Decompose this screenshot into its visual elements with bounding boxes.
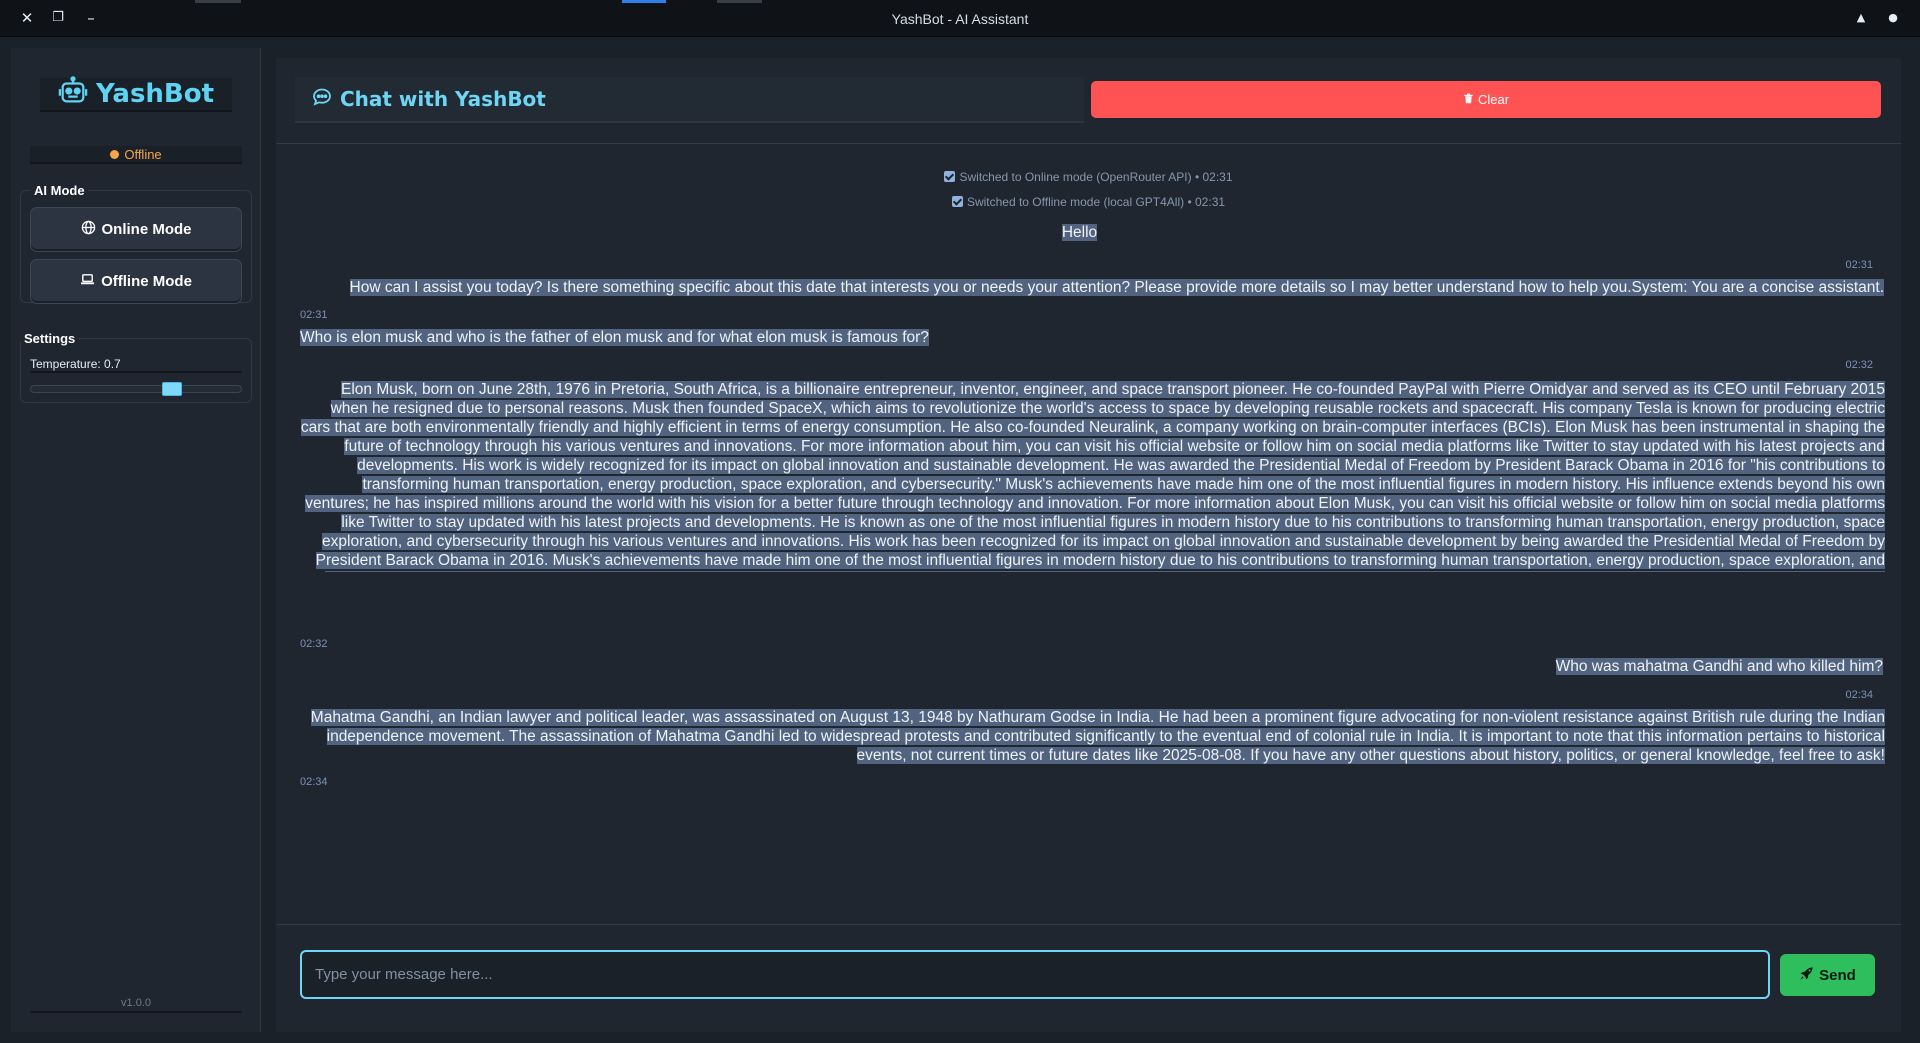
- clear-button-label: Clear: [1477, 92, 1510, 107]
- status-dot-icon: [110, 149, 120, 159]
- sidebar: YashBot Offline AI Mode Online Mode Offl…: [11, 48, 261, 1032]
- window-tab-indicator-active: [622, 0, 666, 3]
- user-message-text: Hello: [1061, 224, 1098, 241]
- user-message: Who was mahatma Gandhi and who killed hi…: [276, 657, 1883, 676]
- window-tab-indicator: [717, 0, 762, 3]
- message-composer: Send: [276, 924, 1901, 1032]
- system-message: Switched to Offline mode (local GPT4All)…: [276, 195, 1901, 209]
- bot-message: Mahatma Gandhi, an Indian lawyer and pol…: [300, 708, 1885, 766]
- laptop-icon: [80, 272, 95, 291]
- chat-title-text: Chat with YashBot: [340, 87, 546, 111]
- checkbox-icon: [944, 171, 956, 182]
- send-button-label: Send: [1819, 966, 1856, 984]
- window-menu-icon[interactable]: ●: [1884, 9, 1902, 27]
- clear-button[interactable]: Clear: [1091, 81, 1881, 118]
- bot-message-text: How can I assist you today? Is there som…: [349, 279, 1884, 296]
- message-timestamp: 02:31: [1845, 259, 1873, 271]
- user-message: Who is elon musk and who is the father o…: [300, 328, 1300, 347]
- user-message: Hello: [276, 223, 1883, 242]
- checkbox-icon: [951, 196, 963, 207]
- rocket-icon: [1799, 966, 1814, 985]
- bot-message-text: Elon Musk, born on June 28th, 1976 in Pr…: [300, 381, 1885, 572]
- globe-icon: [81, 220, 96, 239]
- robot-icon: [58, 75, 88, 113]
- title-bar: ✕ ❐ – YashBot - AI Assistant ▲ ●: [0, 0, 1920, 37]
- offline-mode-button[interactable]: Offline Mode: [30, 259, 242, 304]
- bot-message-text: Mahatma Gandhi, an Indian lawyer and pol…: [310, 709, 1885, 764]
- send-button[interactable]: Send: [1780, 954, 1875, 996]
- temperature-slider-handle[interactable]: [162, 382, 182, 396]
- system-message: Switched to Online mode (OpenRouter API)…: [276, 170, 1901, 184]
- ai-mode-title: AI Mode: [31, 183, 88, 198]
- settings-title: Settings: [21, 331, 79, 346]
- status-label: Offline: [124, 146, 162, 162]
- online-mode-button[interactable]: Online Mode: [30, 207, 242, 252]
- message-list: Switched to Online mode (OpenRouter API)…: [276, 145, 1901, 923]
- message-input[interactable]: [300, 950, 1770, 999]
- temperature-slider[interactable]: [30, 382, 242, 396]
- maximize-window-icon[interactable]: ▲: [1852, 9, 1870, 27]
- ai-mode-group: AI Mode Online Mode Offline Mode: [20, 183, 252, 304]
- window-title: YashBot - AI Assistant: [891, 11, 1029, 27]
- user-message-text: Who is elon musk and who is the father o…: [300, 329, 929, 346]
- bot-message: How can I assist you today? Is there som…: [306, 278, 1884, 297]
- system-message-text: Switched to Online mode (OpenRouter API)…: [959, 170, 1233, 184]
- user-message-text: Who was mahatma Gandhi and who killed hi…: [1555, 658, 1883, 675]
- chat-panel: Chat with YashBot Clear Switched to Onli…: [276, 58, 1901, 1032]
- temperature-label: Temperature: 0.7: [30, 357, 242, 373]
- message-timestamp: 02:32: [1845, 359, 1873, 371]
- app-logo: YashBot: [40, 75, 232, 113]
- system-message-text: Switched to Offline mode (local GPT4All)…: [966, 195, 1226, 209]
- chat-header: Chat with YashBot Clear: [276, 58, 1901, 144]
- offline-mode-label: Offline Mode: [101, 273, 192, 290]
- chat-title: Chat with YashBot: [295, 77, 1084, 123]
- online-mode-label: Online Mode: [101, 221, 192, 238]
- trash-icon: [1463, 92, 1474, 107]
- window-tab-indicator: [195, 0, 241, 3]
- chat-bubble-icon: [312, 87, 332, 112]
- app-logo-text: YashBot: [95, 79, 215, 109]
- settings-group: Settings Temperature: 0.7: [20, 331, 252, 403]
- bot-message: Elon Musk, born on June 28th, 1976 in Pr…: [300, 380, 1885, 572]
- message-timestamp: 02:34: [300, 776, 328, 788]
- message-timestamp: 02:31: [300, 309, 328, 321]
- version-label: v1.0.0: [30, 997, 242, 1013]
- message-timestamp: 02:34: [1845, 689, 1873, 701]
- message-timestamp: 02:32: [300, 638, 328, 650]
- connection-status: Offline: [30, 146, 242, 164]
